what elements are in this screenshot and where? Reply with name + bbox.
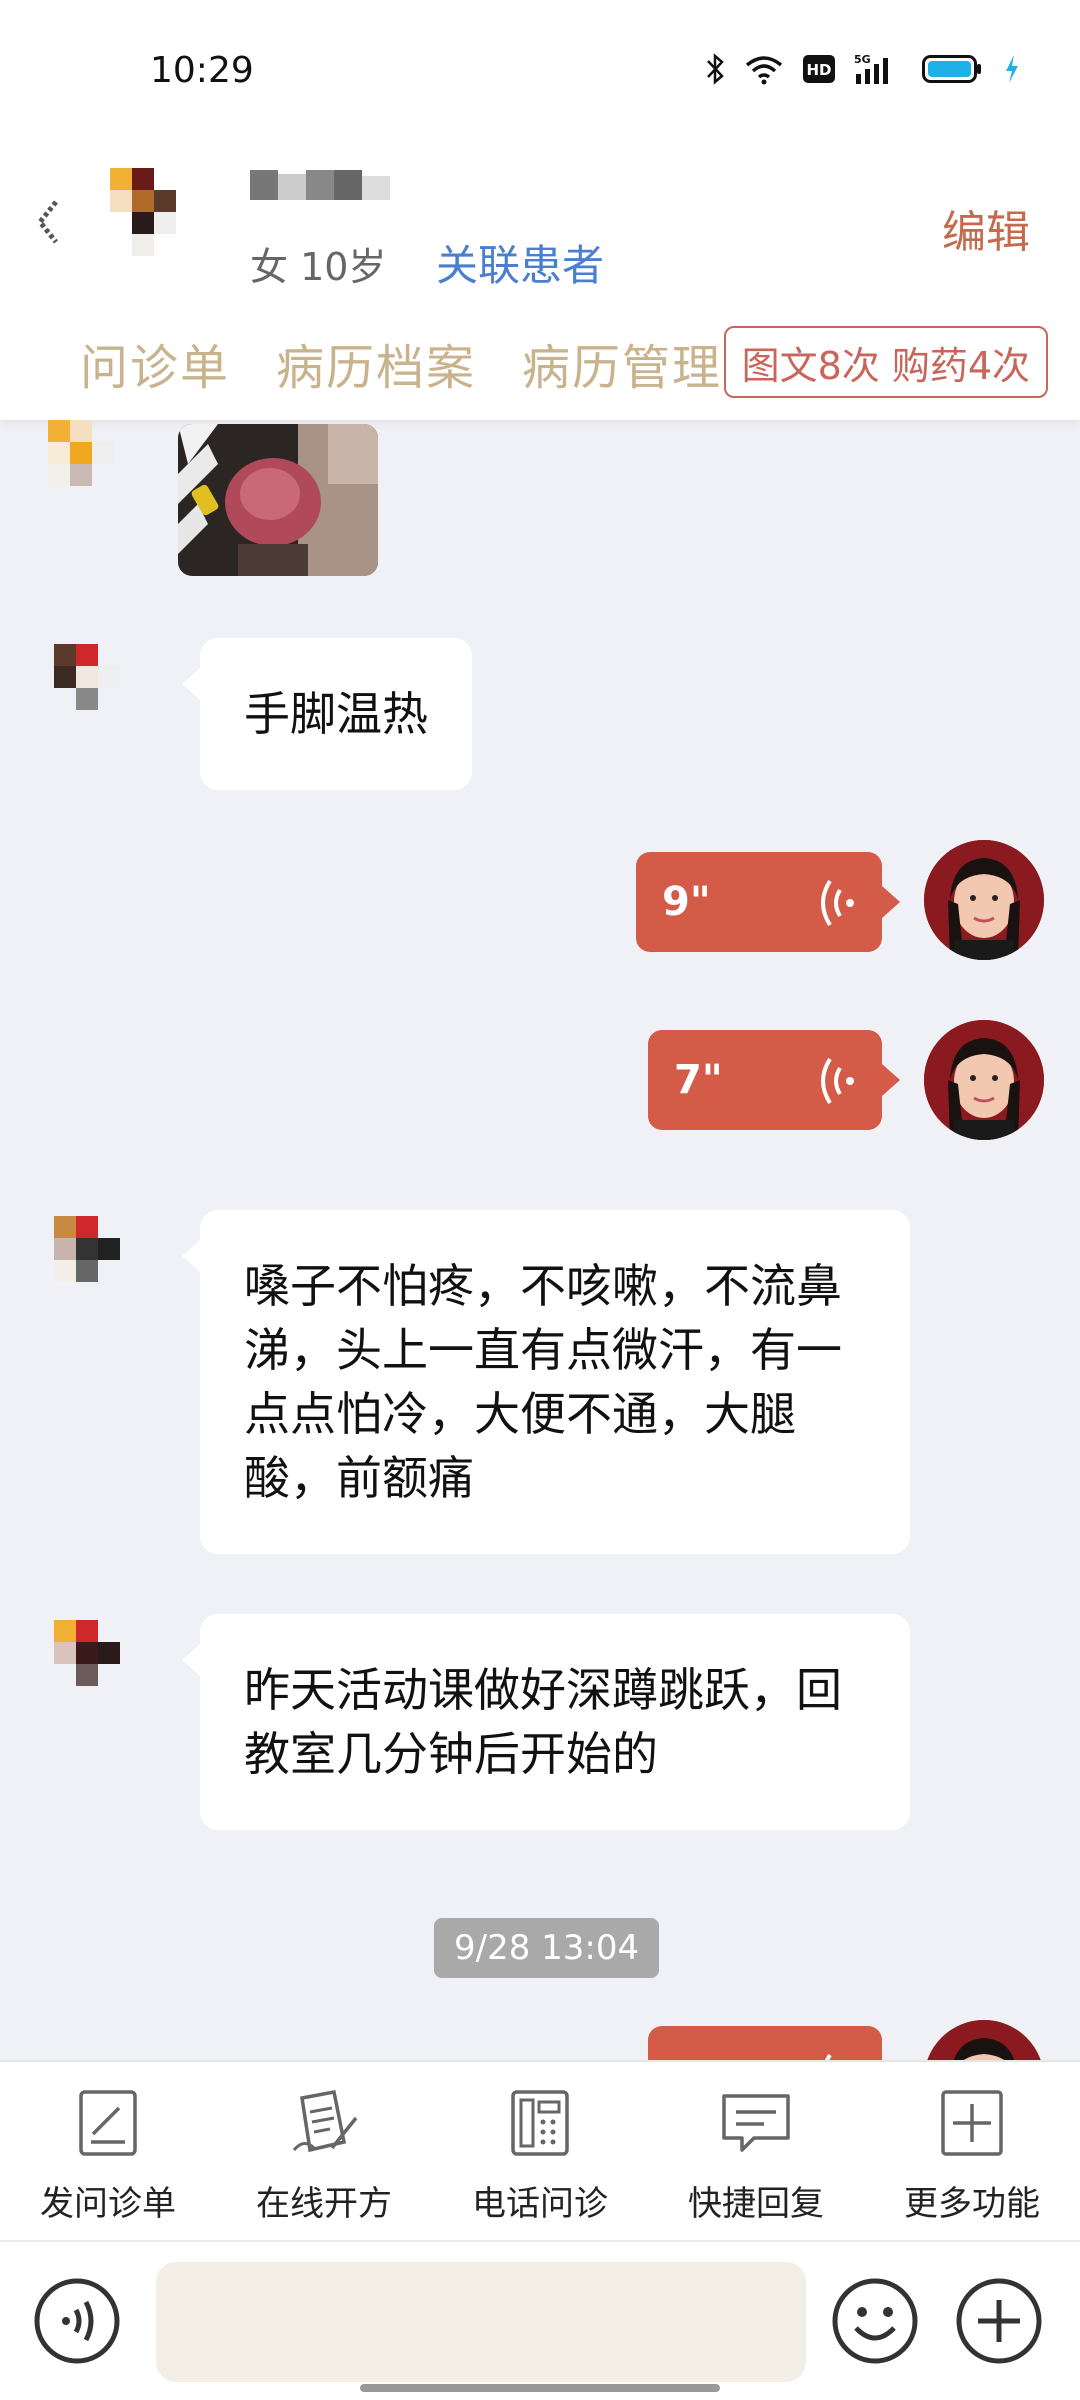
doctor-avatar[interactable] xyxy=(924,2020,1044,2060)
voice-duration: 9" xyxy=(662,879,711,925)
phone-icon xyxy=(511,2090,569,2156)
wifi-icon xyxy=(744,53,784,85)
form-icon xyxy=(79,2090,137,2156)
online-prescription-button[interactable]: 在线开方 xyxy=(224,2088,424,2225)
status-bar: 10:29 HD 5G xyxy=(0,0,1080,140)
more-functions-button[interactable]: 更多功能 xyxy=(872,2088,1072,2225)
tool-label: 发问诊单 xyxy=(40,2184,176,2224)
quick-reply-button[interactable]: 快捷回复 xyxy=(656,2088,856,2225)
chat-messages[interactable]: 手脚温热 9" 7" 嗓子不怕疼，不咳嗽，不流鼻涕，头上一直有点微汗，有一点点怕… xyxy=(0,420,1080,2060)
patient-avatar[interactable] xyxy=(28,634,138,754)
voice-message[interactable] xyxy=(648,2026,882,2060)
tab-record-management[interactable]: 病历管理 xyxy=(522,328,722,398)
tool-label: 在线开方 xyxy=(256,2184,392,2224)
tool-label: 更多功能 xyxy=(904,2184,1040,2224)
voice-message[interactable]: 9" xyxy=(636,852,900,952)
tongue-photo-message[interactable] xyxy=(178,424,378,576)
input-bar xyxy=(0,2240,1080,2400)
edit-button[interactable]: 编辑 xyxy=(942,196,1030,260)
charging-icon xyxy=(1004,54,1020,84)
plus-icon xyxy=(956,2278,1042,2364)
message-bubble: 嗓子不怕疼，不咳嗽，不流鼻涕，头上一直有点微汗，有一点点怕冷，大便不通，大腿酸，… xyxy=(182,1210,910,1554)
network-label: 5G xyxy=(854,53,871,66)
patient-avatar[interactable] xyxy=(28,1206,138,1326)
back-arrow-icon xyxy=(36,200,58,244)
battery-icon xyxy=(922,53,986,85)
patient-info: 女 10岁 xyxy=(250,245,387,289)
hd-label: HD xyxy=(806,61,831,79)
smiley-icon xyxy=(832,2278,918,2364)
patient-avatar[interactable] xyxy=(110,168,200,278)
status-time: 10:29 xyxy=(150,50,254,91)
hd-icon: HD xyxy=(802,54,836,84)
voice-wave-icon xyxy=(810,2050,856,2060)
tool-label: 快捷回复 xyxy=(688,2184,824,2224)
tab-consultation-form[interactable]: 问诊单 xyxy=(80,328,230,398)
voice-message[interactable]: 7" xyxy=(648,1030,900,1130)
tab-medical-records[interactable]: 病历档案 xyxy=(276,328,476,398)
doctor-avatar[interactable] xyxy=(924,840,1044,960)
plus-button[interactable] xyxy=(954,2276,1044,2366)
link-patient-button[interactable]: 关联患者 xyxy=(436,232,604,293)
prescription-icon xyxy=(292,2089,358,2153)
back-button[interactable] xyxy=(30,192,70,252)
message-bubble: 昨天活动课做好深蹲跳跃，回教室几分钟后开始的 xyxy=(182,1614,910,1830)
message-bubble: 手脚温热 xyxy=(182,638,472,790)
quick-reply-icon xyxy=(722,2094,790,2152)
bluetooth-icon xyxy=(704,52,726,86)
voice-wave-icon xyxy=(810,876,856,940)
function-toolbar: 发问诊单 在线开方 电话问诊 快捷回复 更多功能 xyxy=(0,2060,1080,2240)
chat-header: 女 10岁 关联患者 编辑 问诊单 病历档案 病历管理 图文8次 购药4次 xyxy=(0,140,1080,420)
patient-avatar[interactable] xyxy=(28,1610,138,1730)
status-icons: HD 5G xyxy=(704,52,1020,86)
patient-name-redacted xyxy=(250,170,400,200)
header-tabs: 问诊单 病历档案 病历管理 xyxy=(80,328,722,398)
doctor-avatar[interactable] xyxy=(924,1020,1044,1140)
more-icon xyxy=(941,2090,1003,2156)
phone-consult-button[interactable]: 电话问诊 xyxy=(440,2088,640,2225)
signal-icon: 5G xyxy=(854,52,904,86)
timestamp: 9/28 13:04 xyxy=(434,1918,660,1978)
voice-icon xyxy=(34,2278,120,2364)
service-count-badge[interactable]: 图文8次 购药4次 xyxy=(723,326,1048,398)
voice-duration: 7" xyxy=(674,1057,723,1103)
home-indicator[interactable] xyxy=(360,2384,720,2392)
voice-input-toggle[interactable] xyxy=(32,2276,122,2366)
tool-label: 电话问诊 xyxy=(472,2184,608,2224)
message-input[interactable] xyxy=(156,2262,806,2382)
patient-avatar[interactable] xyxy=(28,420,138,540)
emoji-button[interactable] xyxy=(830,2276,920,2366)
voice-wave-icon xyxy=(810,1054,856,1118)
send-form-button[interactable]: 发问诊单 xyxy=(8,2088,208,2225)
